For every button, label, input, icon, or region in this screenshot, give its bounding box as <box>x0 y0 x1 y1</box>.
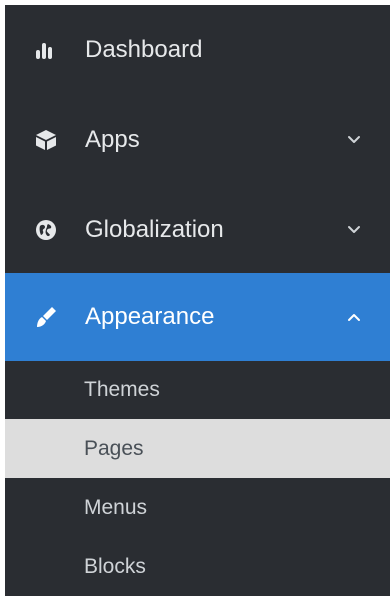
submenu-item-label: Themes <box>84 377 160 401</box>
submenu-item-label: Menus <box>84 495 148 519</box>
chevron-down-icon[interactable] <box>346 132 362 148</box>
sidebar-item-label: Globalization <box>85 216 224 243</box>
submenu-item-blocks[interactable]: Blocks <box>5 537 390 596</box>
submenu-item-label: Pages <box>84 436 144 460</box>
submenu-item-themes[interactable]: Themes <box>5 360 390 419</box>
paint-brush-icon <box>33 304 59 330</box>
sidebar-item-label: Dashboard <box>85 36 203 63</box>
chevron-up-icon[interactable] <box>346 309 362 325</box>
appearance-submenu: Themes Pages Menus Blocks <box>5 360 390 596</box>
submenu-item-menus[interactable]: Menus <box>5 478 390 537</box>
sidebar-item-appearance[interactable]: Appearance <box>5 273 390 361</box>
sidebar-item-apps[interactable]: Apps <box>5 95 390 185</box>
sidebar-item-label: Apps <box>85 126 140 153</box>
chevron-down-icon[interactable] <box>346 222 362 238</box>
sidebar-item-dashboard[interactable]: Dashboard <box>5 5 390 95</box>
globe-icon <box>33 217 59 243</box>
submenu-item-label: Blocks <box>84 554 146 578</box>
sidebar: Dashboard Apps Globalization Appearance … <box>5 5 390 596</box>
cube-icon <box>33 127 59 153</box>
dashboard-bars-icon <box>33 37 59 63</box>
submenu-item-pages[interactable]: Pages <box>5 419 390 478</box>
sidebar-item-globalization[interactable]: Globalization <box>5 185 390 275</box>
sidebar-item-label: Appearance <box>85 303 215 330</box>
